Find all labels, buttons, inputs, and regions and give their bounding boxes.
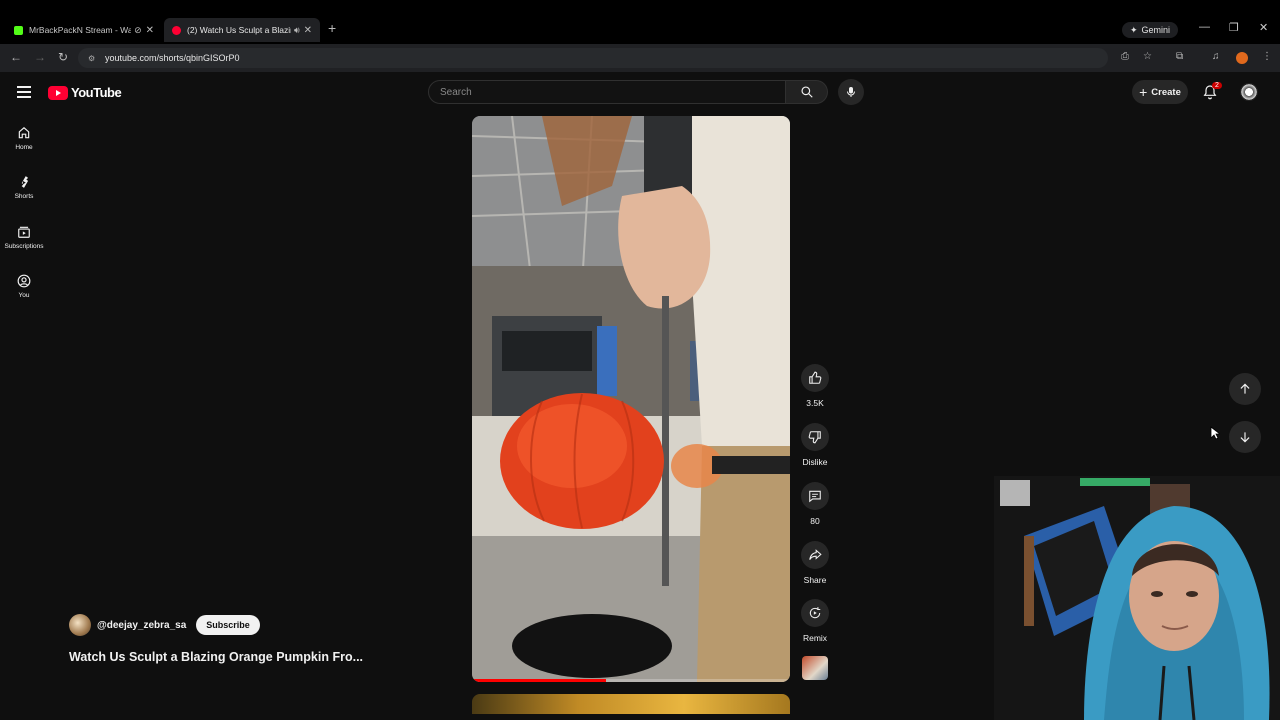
gemini-button[interactable]: ✦ Gemini [1122, 22, 1179, 38]
dislike-label: Dislike [802, 457, 828, 467]
media-control-icon[interactable]: ♫ [1212, 51, 1220, 62]
webcam-image [994, 476, 1280, 720]
browser-tab-stream[interactable]: MrBackPackN Stream - Watc ⊘ ✕ [6, 18, 162, 42]
back-arrow-icon[interactable]: ← [10, 50, 22, 64]
mouse-cursor-icon [1210, 426, 1220, 440]
sidebar-item-home[interactable]: Home [0, 126, 48, 151]
streamer-webcam-overlay [994, 476, 1280, 720]
new-tab-button[interactable]: + [328, 20, 336, 36]
comment-count: 80 [810, 516, 820, 526]
sidebar-item-shorts[interactable]: Shorts [0, 175, 48, 200]
muted-speaker-icon[interactable]: ⊘ [134, 25, 142, 36]
youtube-logo[interactable]: YouTube [48, 85, 122, 100]
youtube-favicon-icon [172, 25, 181, 35]
arrow-up-icon [1240, 383, 1250, 394]
minimize-icon[interactable]: — [1199, 21, 1210, 33]
voice-search-button[interactable] [838, 79, 864, 105]
youtube-logo-text: YouTube [71, 85, 122, 100]
bookmark-star-icon[interactable]: ☆ [1143, 51, 1152, 62]
search-placeholder: Search [440, 86, 472, 98]
sidebar-item-label: Subscriptions [4, 243, 44, 250]
tab-title: MrBackPackN Stream - Watc [29, 25, 132, 35]
channel-handle[interactable]: @deejay_zebra_sa [97, 620, 186, 631]
dislike-button[interactable]: Dislike [797, 423, 833, 467]
next-short-button[interactable] [1229, 421, 1261, 453]
url-bar[interactable]: ⚙ youtube.com/shorts/qbinGISOrP0 [78, 48, 1108, 68]
sound-thumbnail[interactable] [802, 656, 828, 680]
channel-info: @deejay_zebra_sa Subscribe [69, 614, 260, 636]
gemini-label: Gemini [1141, 25, 1171, 35]
subscriptions-icon [18, 226, 30, 238]
previous-short-button[interactable] [1229, 373, 1261, 405]
browser-profile-avatar[interactable] [1236, 52, 1248, 64]
install-app-icon[interactable]: ⎙ [1121, 51, 1129, 62]
maximize-icon[interactable]: ❐ [1229, 21, 1239, 34]
home-icon [18, 126, 30, 139]
site-info-icon[interactable]: ⚙ [88, 54, 97, 63]
comment-icon [809, 490, 821, 503]
browser-tab-youtube[interactable]: (2) Watch Us Sculpt a Blazin 🔊︎ ✕ [164, 18, 320, 42]
remix-label: Remix [802, 633, 828, 643]
sidebar-item-label: Home [15, 144, 33, 151]
search-icon [800, 86, 813, 98]
account-avatar[interactable] [1240, 83, 1258, 101]
share-button[interactable]: Share [800, 541, 830, 585]
arrow-down-icon [1240, 432, 1250, 443]
sidebar-item-label: You [18, 292, 30, 299]
reload-icon[interactable]: ↻ [58, 50, 68, 64]
remix-icon [809, 607, 821, 619]
notification-count-badge: 2 [1212, 82, 1222, 89]
thumbs-up-icon [809, 371, 822, 384]
close-tab-icon[interactable]: ✕ [146, 25, 154, 36]
youtube-play-icon [48, 85, 68, 100]
channel-avatar[interactable] [69, 614, 91, 636]
video-title[interactable]: Watch Us Sculpt a Blazing Orange Pumpkin… [69, 650, 363, 664]
hamburger-menu-icon[interactable] [17, 86, 31, 101]
remix-button[interactable]: Remix [800, 599, 830, 643]
close-window-icon[interactable]: ✕ [1259, 21, 1268, 34]
kick-favicon-icon [14, 25, 23, 35]
next-short-preview[interactable] [472, 694, 790, 714]
shorts-video-player[interactable] [472, 116, 790, 682]
create-button[interactable]: + Create [1132, 80, 1188, 104]
shorts-icon [21, 176, 29, 188]
browser-menu-icon[interactable]: ⋮ [1262, 51, 1272, 62]
sidebar-item-you[interactable]: You [0, 274, 48, 299]
comments-button[interactable]: 80 [800, 482, 830, 526]
like-button[interactable]: 3.5K [800, 364, 830, 408]
close-tab-icon[interactable]: ✕ [304, 25, 312, 36]
thumbs-down-icon [808, 431, 821, 444]
video-frame-glassblowing [472, 116, 790, 682]
sidebar-item-label: Shorts [14, 193, 34, 200]
tab-title: (2) Watch Us Sculpt a Blazin [187, 25, 291, 35]
gemini-sparkle-icon: ✦ [1130, 24, 1138, 35]
sidebar-item-subscriptions[interactable]: Subscriptions [0, 225, 48, 250]
subscribe-button[interactable]: Subscribe [196, 615, 260, 635]
extensions-icon[interactable]: ⧉ [1176, 51, 1183, 62]
video-progress-bar[interactable] [472, 679, 790, 682]
plus-icon: + [1139, 84, 1148, 100]
video-progress-fill [472, 679, 606, 682]
share-icon [809, 549, 822, 560]
create-label: Create [1151, 86, 1181, 98]
forward-arrow-icon[interactable]: → [34, 50, 46, 64]
search-input[interactable]: Search [428, 80, 786, 104]
url-text: youtube.com/shorts/qbinGISOrP0 [105, 53, 240, 63]
you-icon [17, 274, 31, 288]
search-button[interactable] [786, 80, 828, 104]
speaker-icon[interactable]: 🔊︎ [294, 25, 300, 36]
share-label: Share [803, 575, 827, 585]
like-count: 3.5K [806, 398, 824, 408]
microphone-icon [847, 87, 855, 97]
